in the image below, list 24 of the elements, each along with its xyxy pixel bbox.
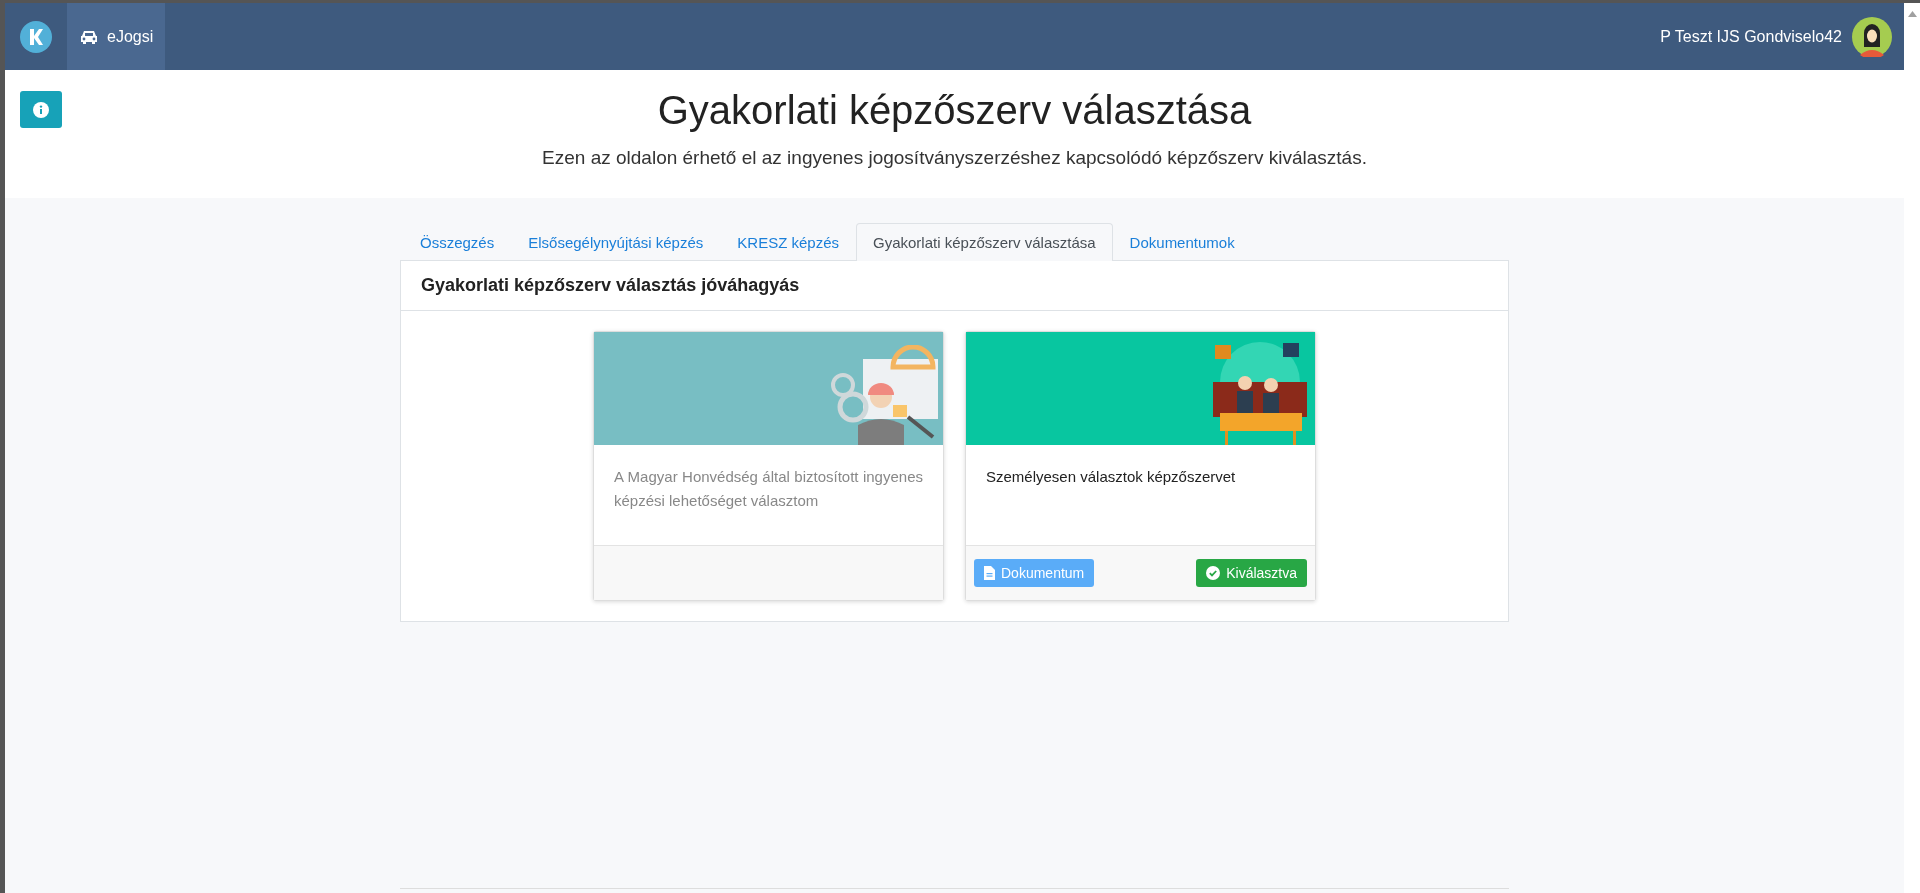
tab[interactable]: Gyakorlati képzőszerv választása xyxy=(856,223,1113,261)
logo-icon[interactable] xyxy=(20,20,52,53)
page-subtitle: Ezen az oldalon érhető el az ingyenes jogosítványszerzéshez kapcsolódó képzőszerv kiválasztás. xyxy=(542,147,1367,169)
document-button[interactable]: Dokumentum xyxy=(974,559,1095,587)
tab[interactable]: Összegzés xyxy=(403,223,512,261)
info-button[interactable] xyxy=(20,91,62,128)
option-text: A Magyar Honvédség által biztosított ingyenes képzési lehetőséget választom xyxy=(613,467,924,511)
document-icon xyxy=(984,566,995,580)
app-nav-link[interactable]: eJogsi xyxy=(67,3,166,70)
option-text: Személyesen választok képzőszervet xyxy=(985,467,1237,487)
info-icon xyxy=(33,101,49,118)
car-icon xyxy=(79,28,99,45)
panel-title: Gyakorlati képzőszerv választás jóváhagyás xyxy=(401,261,1508,311)
avatar-icon[interactable] xyxy=(1852,16,1892,57)
tab[interactable]: KRESZ képzés xyxy=(720,223,856,261)
user-name[interactable]: P Teszt IJS Gondviselo42 xyxy=(1660,27,1842,46)
selected-button[interactable]: Kiválasztva xyxy=(1196,559,1307,587)
scroll-up-icon[interactable] xyxy=(1907,11,1917,17)
option-card[interactable]: Személyesen választok képzőszervet Dokumentum Kiválasztva xyxy=(965,331,1316,601)
tab[interactable]: Elsősegélynyújtási képzés xyxy=(511,223,721,261)
option-card[interactable]: A Magyar Honvédség által biztosított ingyenes képzési lehetőséget választom xyxy=(593,331,944,601)
check-circle-icon xyxy=(1206,566,1221,580)
page-title: Gyakorlati képzőszerv választása xyxy=(657,88,1252,133)
tab[interactable]: Dokumentumok xyxy=(1112,223,1252,261)
